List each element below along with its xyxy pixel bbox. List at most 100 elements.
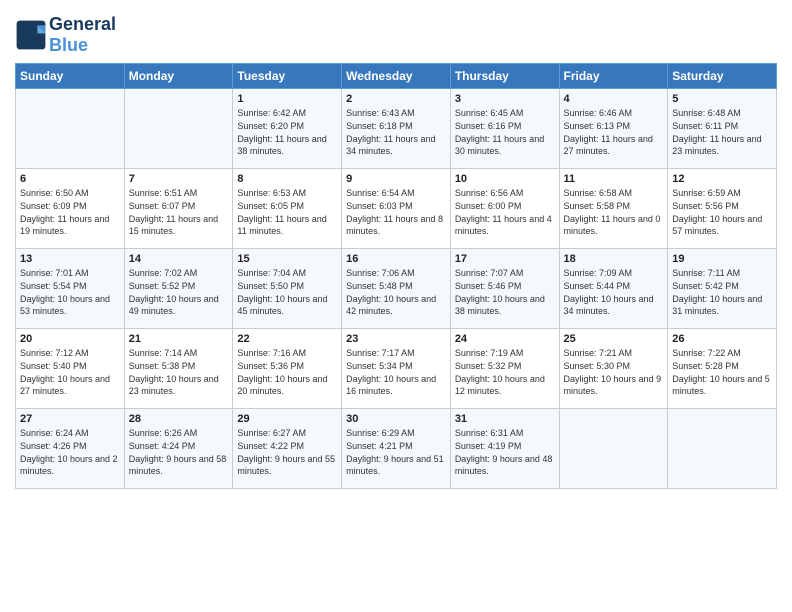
day-info: Sunrise: 7:12 AM Sunset: 5:40 PM Dayligh…	[20, 347, 120, 397]
calendar-cell: 3 Sunrise: 6:45 AM Sunset: 6:16 PM Daylig…	[450, 89, 559, 169]
day-number: 9	[346, 173, 446, 185]
day-number: 1	[237, 93, 337, 105]
logo-icon	[15, 19, 47, 51]
day-info: Sunrise: 7:04 AM Sunset: 5:50 PM Dayligh…	[237, 267, 337, 317]
day-number: 17	[455, 253, 555, 265]
calendar-cell: 20 Sunrise: 7:12 AM Sunset: 5:40 PM Dayli…	[16, 329, 125, 409]
day-number: 28	[129, 413, 229, 425]
calendar-cell: 25 Sunrise: 7:21 AM Sunset: 5:30 PM Dayli…	[559, 329, 668, 409]
day-info: Sunrise: 6:53 AM Sunset: 6:05 PM Dayligh…	[237, 187, 337, 237]
calendar-week-row: 20 Sunrise: 7:12 AM Sunset: 5:40 PM Dayli…	[16, 329, 777, 409]
calendar-cell: 7 Sunrise: 6:51 AM Sunset: 6:07 PM Daylig…	[124, 169, 233, 249]
day-info: Sunrise: 6:42 AM Sunset: 6:20 PM Dayligh…	[237, 107, 337, 157]
day-number: 6	[20, 173, 120, 185]
calendar-cell	[16, 89, 125, 169]
day-info: Sunrise: 7:14 AM Sunset: 5:38 PM Dayligh…	[129, 347, 229, 397]
day-info: Sunrise: 6:58 AM Sunset: 5:58 PM Dayligh…	[564, 187, 664, 237]
day-number: 2	[346, 93, 446, 105]
calendar-cell: 18Sunrise: 7:09 AM Sunset: 5:44 PM Dayli…	[559, 249, 668, 329]
calendar-cell: 15 Sunrise: 7:04 AM Sunset: 5:50 PM Dayli…	[233, 249, 342, 329]
day-number: 13	[20, 253, 120, 265]
calendar-day-header: Sunday	[16, 64, 125, 89]
day-info: Sunrise: 7:06 AM Sunset: 5:48 PM Dayligh…	[346, 267, 446, 317]
day-info: Sunrise: 6:46 AM Sunset: 6:13 PM Dayligh…	[564, 107, 664, 157]
day-info: Sunrise: 6:24 AM Sunset: 4:26 PM Dayligh…	[20, 427, 120, 477]
calendar-cell: 10 Sunrise: 6:56 AM Sunset: 6:00 PM Dayli…	[450, 169, 559, 249]
calendar-week-row: 13 Sunrise: 7:01 AM Sunset: 5:54 PM Dayli…	[16, 249, 777, 329]
calendar-cell: 31Sunrise: 6:31 AM Sunset: 4:19 PM Dayli…	[450, 409, 559, 489]
day-number: 15	[237, 253, 337, 265]
day-number: 19	[672, 253, 772, 265]
day-info: Sunrise: 7:11 AM Sunset: 5:42 PM Dayligh…	[672, 267, 772, 317]
day-info: Sunrise: 7:07 AM Sunset: 5:46 PM Dayligh…	[455, 267, 555, 317]
day-number: 24	[455, 333, 555, 345]
calendar-cell: 4 Sunrise: 6:46 AM Sunset: 6:13 PM Daylig…	[559, 89, 668, 169]
calendar-header-row: SundayMondayTuesdayWednesdayThursdayFrid…	[16, 64, 777, 89]
day-number: 4	[564, 93, 664, 105]
calendar-week-row: 6 Sunrise: 6:50 AM Sunset: 6:09 PM Daylig…	[16, 169, 777, 249]
calendar-cell: 9Sunrise: 6:54 AM Sunset: 6:03 PM Daylig…	[342, 169, 451, 249]
day-number: 20	[20, 333, 120, 345]
day-number: 29	[237, 413, 337, 425]
day-number: 23	[346, 333, 446, 345]
calendar-cell: 21 Sunrise: 7:14 AM Sunset: 5:38 PM Dayli…	[124, 329, 233, 409]
day-info: Sunrise: 6:56 AM Sunset: 6:00 PM Dayligh…	[455, 187, 555, 237]
calendar-cell: 14Sunrise: 7:02 AM Sunset: 5:52 PM Dayli…	[124, 249, 233, 329]
day-info: Sunrise: 6:43 AM Sunset: 6:18 PM Dayligh…	[346, 107, 446, 157]
day-info: Sunrise: 7:21 AM Sunset: 5:30 PM Dayligh…	[564, 347, 664, 397]
calendar-day-header: Wednesday	[342, 64, 451, 89]
day-info: Sunrise: 7:22 AM Sunset: 5:28 PM Dayligh…	[672, 347, 772, 397]
calendar-cell: 24 Sunrise: 7:19 AM Sunset: 5:32 PM Dayli…	[450, 329, 559, 409]
calendar-cell: 17 Sunrise: 7:07 AM Sunset: 5:46 PM Dayli…	[450, 249, 559, 329]
calendar-day-header: Monday	[124, 64, 233, 89]
day-info: Sunrise: 6:29 AM Sunset: 4:21 PM Dayligh…	[346, 427, 446, 477]
calendar-cell: 29Sunrise: 6:27 AM Sunset: 4:22 PM Dayli…	[233, 409, 342, 489]
calendar-cell: 16 Sunrise: 7:06 AM Sunset: 5:48 PM Dayli…	[342, 249, 451, 329]
day-number: 11	[564, 173, 664, 185]
day-info: Sunrise: 7:19 AM Sunset: 5:32 PM Dayligh…	[455, 347, 555, 397]
calendar-week-row: 1 Sunrise: 6:42 AM Sunset: 6:20 PM Daylig…	[16, 89, 777, 169]
day-info: Sunrise: 6:51 AM Sunset: 6:07 PM Dayligh…	[129, 187, 229, 237]
day-info: Sunrise: 6:48 AM Sunset: 6:11 PM Dayligh…	[672, 107, 772, 157]
calendar-cell: 8 Sunrise: 6:53 AM Sunset: 6:05 PM Daylig…	[233, 169, 342, 249]
day-number: 31	[455, 413, 555, 425]
day-info: Sunrise: 6:50 AM Sunset: 6:09 PM Dayligh…	[20, 187, 120, 237]
day-number: 5	[672, 93, 772, 105]
day-number: 8	[237, 173, 337, 185]
day-number: 22	[237, 333, 337, 345]
calendar-cell: 27 Sunrise: 6:24 AM Sunset: 4:26 PM Dayli…	[16, 409, 125, 489]
calendar-cell: 19 Sunrise: 7:11 AM Sunset: 5:42 PM Dayli…	[668, 249, 777, 329]
day-info: Sunrise: 7:16 AM Sunset: 5:36 PM Dayligh…	[237, 347, 337, 397]
calendar-cell	[668, 409, 777, 489]
day-number: 10	[455, 173, 555, 185]
calendar-cell: 28Sunrise: 6:26 AM Sunset: 4:24 PM Dayli…	[124, 409, 233, 489]
day-number: 7	[129, 173, 229, 185]
calendar-cell: 5 Sunrise: 6:48 AM Sunset: 6:11 PM Daylig…	[668, 89, 777, 169]
day-number: 12	[672, 173, 772, 185]
calendar-cell: 12 Sunrise: 6:59 AM Sunset: 5:56 PM Dayli…	[668, 169, 777, 249]
calendar-cell: 26Sunrise: 7:22 AM Sunset: 5:28 PM Dayli…	[668, 329, 777, 409]
calendar-cell: 30 Sunrise: 6:29 AM Sunset: 4:21 PM Dayli…	[342, 409, 451, 489]
logo-text: General Blue	[49, 14, 116, 55]
calendar-cell: 6 Sunrise: 6:50 AM Sunset: 6:09 PM Daylig…	[16, 169, 125, 249]
day-info: Sunrise: 6:45 AM Sunset: 6:16 PM Dayligh…	[455, 107, 555, 157]
day-number: 3	[455, 93, 555, 105]
day-info: Sunrise: 6:59 AM Sunset: 5:56 PM Dayligh…	[672, 187, 772, 237]
page-container: General Blue SundayMondayTuesdayWednesda…	[0, 0, 792, 499]
day-number: 30	[346, 413, 446, 425]
calendar-day-header: Saturday	[668, 64, 777, 89]
day-info: Sunrise: 7:02 AM Sunset: 5:52 PM Dayligh…	[129, 267, 229, 317]
day-number: 21	[129, 333, 229, 345]
calendar-week-row: 27 Sunrise: 6:24 AM Sunset: 4:26 PM Dayli…	[16, 409, 777, 489]
calendar-day-header: Tuesday	[233, 64, 342, 89]
calendar-cell	[559, 409, 668, 489]
day-info: Sunrise: 7:17 AM Sunset: 5:34 PM Dayligh…	[346, 347, 446, 397]
calendar-cell: 2 Sunrise: 6:43 AM Sunset: 6:18 PM Daylig…	[342, 89, 451, 169]
calendar-cell: 13 Sunrise: 7:01 AM Sunset: 5:54 PM Dayli…	[16, 249, 125, 329]
header: General Blue	[15, 10, 777, 55]
calendar-cell: 1 Sunrise: 6:42 AM Sunset: 6:20 PM Daylig…	[233, 89, 342, 169]
day-info: Sunrise: 7:01 AM Sunset: 5:54 PM Dayligh…	[20, 267, 120, 317]
day-number: 27	[20, 413, 120, 425]
day-number: 25	[564, 333, 664, 345]
day-number: 16	[346, 253, 446, 265]
